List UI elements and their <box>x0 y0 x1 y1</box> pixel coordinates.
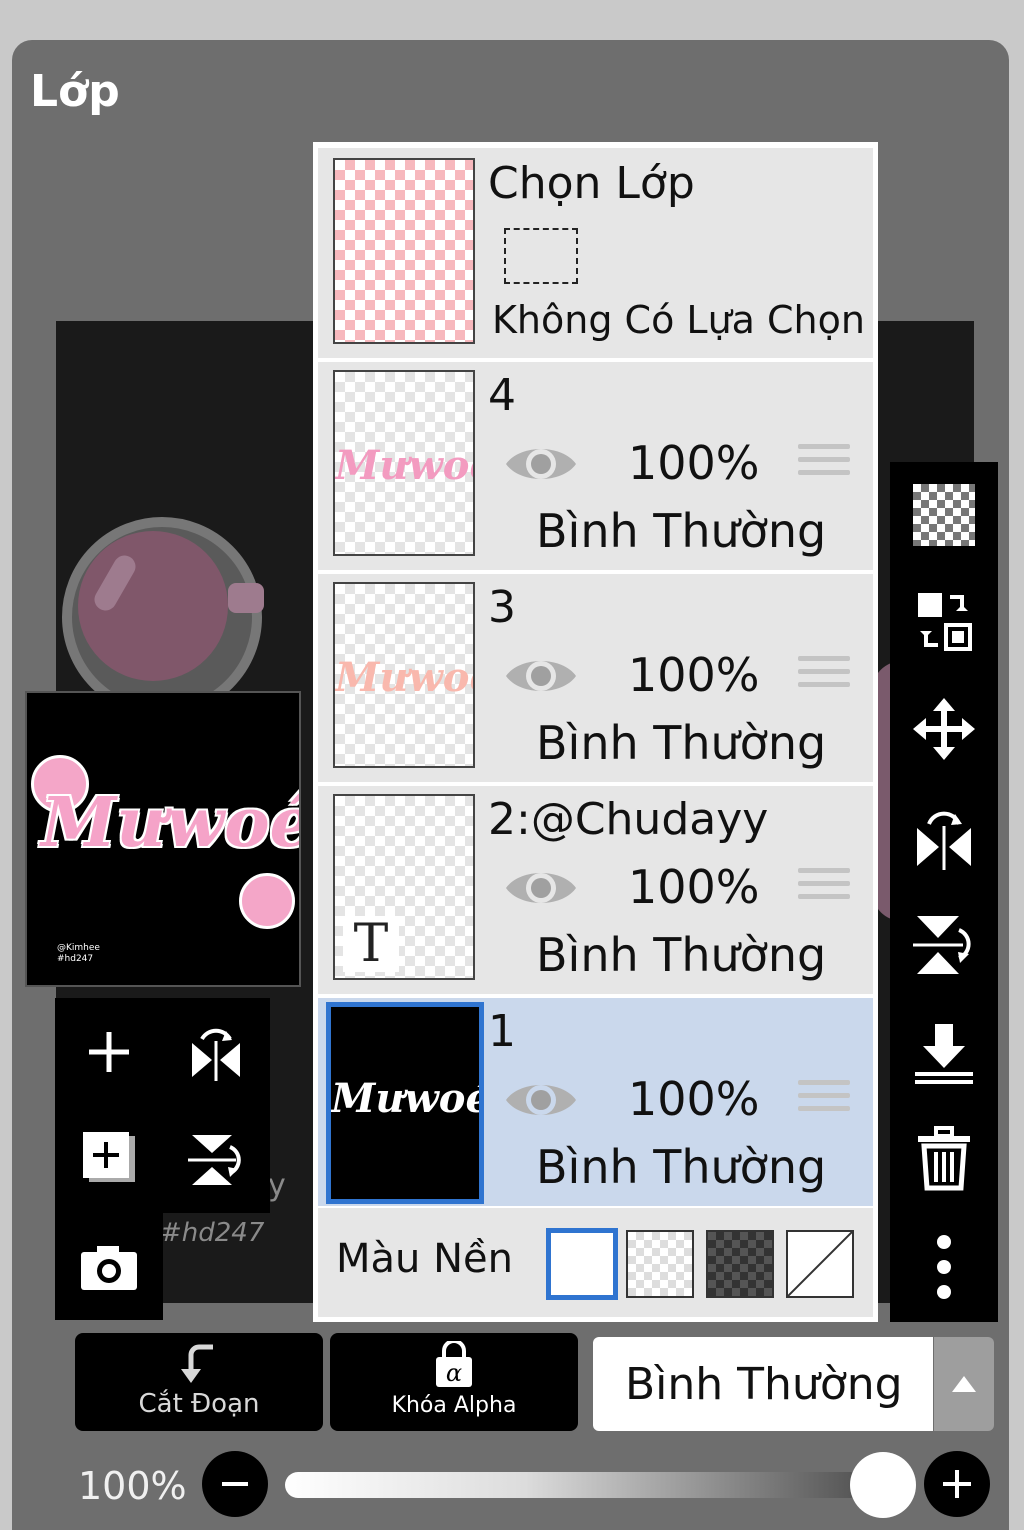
opacity-label: 100% <box>78 1464 187 1508</box>
layer-row-3[interactable]: Mưwoé 3 100% Bình Thường <box>318 574 873 782</box>
bg-transparent-dark-swatch[interactable] <box>706 1230 774 1298</box>
left-toolbar <box>55 998 270 1213</box>
swap-icon[interactable] <box>890 576 998 666</box>
layer-thumb-text: Mưwoé <box>335 654 473 701</box>
layer-name: 2:@Chudayy <box>488 794 769 845</box>
layer-blend-mode: Bình Thường <box>536 1140 827 1194</box>
bg-transparent-light-swatch[interactable] <box>626 1230 694 1298</box>
drag-handle-icon[interactable] <box>798 1080 850 1119</box>
layer-thumb-text: Mưwoé <box>331 1075 484 1122</box>
selection-marquee-icon <box>504 228 578 284</box>
right-toolbar <box>890 462 998 1322</box>
camera-icon[interactable] <box>75 1237 143 1297</box>
layer-row-1[interactable]: Mưwoé 1 100% Bình Thường <box>318 998 873 1206</box>
layer-opacity: 100% <box>628 1072 760 1126</box>
opacity-slider[interactable] <box>285 1472 885 1498</box>
svg-text:α: α <box>446 1359 462 1387</box>
eye-icon[interactable] <box>504 866 578 910</box>
checker-icon[interactable] <box>890 470 998 560</box>
selection-thumbnail <box>333 158 475 344</box>
bubble-decoration <box>239 873 295 929</box>
layer-opacity: 100% <box>628 648 760 702</box>
clipping-label: Cắt Đoạn <box>138 1389 260 1419</box>
eye-icon[interactable] <box>504 1078 578 1122</box>
layer-thumbnail: Mưwoé <box>333 582 475 768</box>
layer-thumbnail: Mưwoé <box>326 1002 484 1204</box>
text-layer-icon: T <box>343 916 399 972</box>
add-layer-icon[interactable] <box>75 1126 143 1194</box>
layer-thumbnail: T <box>333 794 475 980</box>
drag-handle-icon[interactable] <box>798 656 850 695</box>
more-icon[interactable] <box>890 1222 998 1312</box>
layer-blend-mode: Bình Thường <box>536 716 827 770</box>
panel-title: Lớp <box>30 66 120 117</box>
blend-mode-toggle[interactable] <box>934 1337 994 1431</box>
canvas-preview[interactable]: Mưwoé @Kimhee #hd247 <box>25 691 301 987</box>
preview-art-text: Mưwoé <box>41 783 301 863</box>
merge-down-icon[interactable] <box>890 1008 998 1098</box>
plus-icon <box>943 1470 971 1498</box>
layer-opacity: 100% <box>628 860 760 914</box>
preview-credit-line: @Kimhee <box>57 943 100 953</box>
layer-name: 1 <box>488 1006 516 1057</box>
watermark-tag: #hd247 <box>160 1218 265 1248</box>
plus-icon[interactable] <box>77 1020 141 1084</box>
opacity-decrease-button[interactable] <box>202 1451 268 1517</box>
alpha-lock-icon: α <box>436 1339 472 1387</box>
watermark-tail: y <box>268 1168 286 1203</box>
opacity-slider-handle[interactable] <box>850 1452 916 1518</box>
layer-row-2[interactable]: T 2:@Chudayy 100% Bình Thường <box>318 786 873 994</box>
background-color-row: Màu Nền <box>318 1208 873 1317</box>
layer-blend-mode: Bình Thường <box>536 504 827 558</box>
alpha-lock-label: Khóa Alpha <box>391 1393 517 1418</box>
flip-horizontal-icon[interactable] <box>890 792 998 882</box>
flip-vertical-icon[interactable] <box>890 900 998 990</box>
layer-name: 4 <box>488 370 516 421</box>
layer-thumbnail: Mưwoé <box>333 370 475 556</box>
layer-opacity: 100% <box>628 436 760 490</box>
flip-vertical-icon[interactable] <box>183 1126 249 1192</box>
background-label: Màu Nền <box>336 1236 513 1282</box>
blend-mode-value: Bình Thường <box>625 1359 903 1410</box>
trash-icon[interactable] <box>890 1114 998 1204</box>
clip-arrow-icon <box>181 1344 213 1383</box>
bg-none-swatch[interactable] <box>786 1230 854 1298</box>
move-icon[interactable] <box>890 684 998 774</box>
triangle-up-icon <box>952 1376 976 1392</box>
eye-icon[interactable] <box>504 654 578 698</box>
bubble-decoration <box>228 583 264 613</box>
selection-title: Chọn Lớp <box>488 158 695 209</box>
drag-handle-icon[interactable] <box>798 444 850 483</box>
flip-horizontal-icon[interactable] <box>183 1020 249 1086</box>
eye-icon[interactable] <box>504 442 578 486</box>
opacity-increase-button[interactable] <box>924 1451 990 1517</box>
left-toolbar-bottom <box>55 1213 163 1320</box>
clipping-button[interactable]: Cắt Đoạn <box>75 1333 323 1431</box>
blend-mode-select[interactable]: Bình Thường <box>593 1337 933 1431</box>
layer-thumb-text: Mưwoé <box>335 442 473 489</box>
preview-credit: @Kimhee #hd247 <box>57 943 100 965</box>
minus-icon <box>222 1482 248 1486</box>
alpha-lock-button[interactable]: α Khóa Alpha <box>330 1333 578 1431</box>
layer-blend-mode: Bình Thường <box>536 928 827 982</box>
layers-list: Chọn Lớp Không Có Lựa Chọn Mưwoé 4 100% … <box>313 142 878 1322</box>
diagonal-line-icon <box>787 1231 853 1297</box>
preview-credit-line: #hd247 <box>57 954 94 964</box>
layer-name: 3 <box>488 582 516 633</box>
bg-white-swatch[interactable] <box>546 1228 618 1300</box>
layer-row-4[interactable]: Mưwoé 4 100% Bình Thường <box>318 362 873 570</box>
drag-handle-icon[interactable] <box>798 868 850 907</box>
selection-layer-row[interactable]: Chọn Lớp Không Có Lựa Chọn <box>318 148 873 358</box>
selection-status: Không Có Lựa Chọn <box>492 298 865 342</box>
